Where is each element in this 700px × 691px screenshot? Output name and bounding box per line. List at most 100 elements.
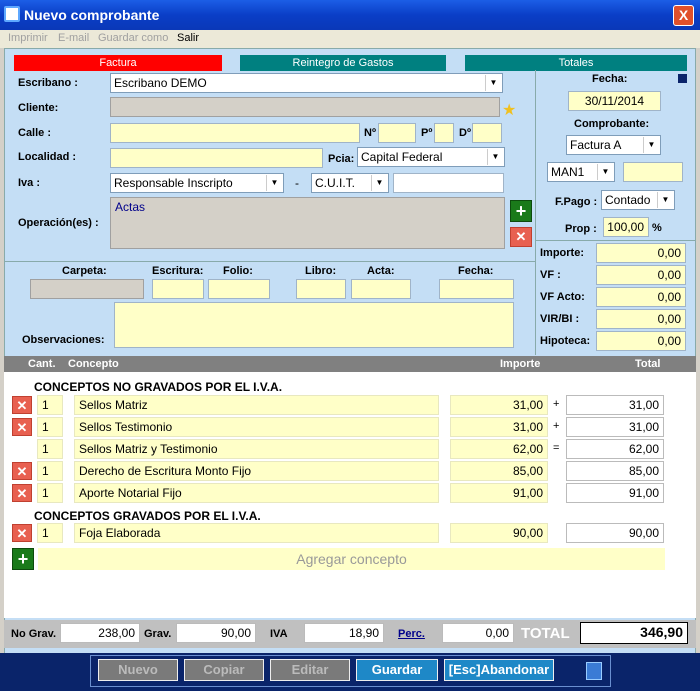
numero-input[interactable] <box>623 162 683 182</box>
cliente-button[interactable] <box>110 97 500 117</box>
iva-total-label: IVA <box>270 628 288 640</box>
row-concepto[interactable]: Aporte Notarial Fijo <box>74 483 439 503</box>
chevron-down-icon: ▼ <box>643 137 659 153</box>
tab-totales[interactable]: Totales <box>465 55 687 71</box>
escribano-select[interactable]: Escribano DEMO ▼ <box>110 73 503 93</box>
hipoteca-input[interactable]: 0,00 <box>596 331 686 351</box>
row-cant[interactable]: 1 <box>37 395 63 415</box>
row-total: 31,00 <box>566 417 664 437</box>
row-concepto[interactable]: Sellos Matriz <box>74 395 439 415</box>
operacion-textarea[interactable]: Actas <box>110 197 505 249</box>
menu-salir[interactable]: Salir <box>177 32 199 44</box>
delete-row-button[interactable]: ✕ <box>12 396 32 414</box>
prop-input[interactable]: 100,00 <box>603 217 649 237</box>
pcia-select[interactable]: Capital Federal ▼ <box>357 147 505 167</box>
chevron-down-icon: ▼ <box>371 175 387 191</box>
row-importe[interactable]: 90,00 <box>450 523 548 543</box>
localidad-input[interactable] <box>110 148 323 168</box>
serie-select[interactable]: MAN1 ▼ <box>547 162 615 182</box>
tab-reintegro[interactable]: Reintegro de Gastos <box>240 55 446 71</box>
copiar-button[interactable]: Copiar <box>184 659 264 681</box>
delete-row-button[interactable]: ✕ <box>12 462 32 480</box>
total-label: TOTAL <box>521 625 570 642</box>
guardar-button[interactable]: Guardar <box>356 659 438 681</box>
delete-row-button[interactable]: ✕ <box>12 524 32 542</box>
row-importe[interactable]: 31,00 <box>450 417 548 437</box>
comprobante-select[interactable]: Factura A ▼ <box>566 135 661 155</box>
add-concept-button[interactable]: + <box>12 548 34 570</box>
nuevo-button[interactable]: Nuevo <box>98 659 178 681</box>
cuit-input[interactable] <box>393 173 504 193</box>
acta-input[interactable] <box>351 279 411 299</box>
total-value: 346,90 <box>580 622 688 644</box>
row-cant[interactable]: 1 <box>37 417 63 437</box>
delete-row-button[interactable]: ✕ <box>12 418 32 436</box>
cuit-select[interactable]: C.U.I.T. ▼ <box>311 173 389 193</box>
tab-factura[interactable]: Factura <box>14 55 222 71</box>
vir-bi-input[interactable]: 0,00 <box>596 309 686 329</box>
depto-input[interactable] <box>472 123 502 143</box>
cliente-label: Cliente: <box>18 102 59 114</box>
col-importe: Importe <box>500 358 541 370</box>
grav-value: 90,00 <box>176 623 256 643</box>
col-cant: Cant. <box>28 358 56 370</box>
fecha-escritura-input[interactable] <box>439 279 514 299</box>
importe-input[interactable]: 0,00 <box>596 243 686 263</box>
escritura-input[interactable] <box>152 279 204 299</box>
folio-input[interactable] <box>208 279 270 299</box>
minimize-panel-icon[interactable] <box>678 74 687 83</box>
operacion-label: Operación(es) : <box>18 217 99 229</box>
editar-button[interactable]: Editar <box>270 659 350 681</box>
iva-value: Responsable Inscripto <box>114 176 233 190</box>
libro-label: Libro: <box>305 265 337 277</box>
row-cant[interactable]: 1 <box>37 483 63 503</box>
row-cant[interactable]: 1 <box>37 439 63 459</box>
row-concepto[interactable]: Sellos Testimonio <box>74 417 439 437</box>
observaciones-textarea[interactable] <box>114 302 514 348</box>
row-concepto[interactable]: Foja Elaborada <box>74 523 439 543</box>
add-concept-field[interactable]: Agregar concepto <box>38 548 665 570</box>
chevron-down-icon: ▼ <box>266 175 282 191</box>
chevron-down-icon: ▼ <box>487 149 503 165</box>
row-importe[interactable]: 85,00 <box>450 461 548 481</box>
menu-email[interactable]: E-mail <box>58 32 89 44</box>
menu-imprimir[interactable]: Imprimir <box>8 32 48 44</box>
remove-operacion-button[interactable]: ✕ <box>510 227 532 247</box>
row-importe[interactable]: 91,00 <box>450 483 548 503</box>
fecha-input[interactable]: 30/11/2014 <box>568 91 661 111</box>
row-importe[interactable]: 31,00 <box>450 395 548 415</box>
close-button[interactable]: X <box>673 5 694 26</box>
delete-row-button[interactable]: ✕ <box>12 484 32 502</box>
menu-bar: Imprimir E-mail Guardar como Salir <box>0 30 700 48</box>
abandonar-button[interactable]: [Esc]Abandonar <box>444 659 554 681</box>
chevron-down-icon: ▼ <box>485 75 501 91</box>
row-total: 85,00 <box>566 461 664 481</box>
operacion-value: Actas <box>115 200 146 214</box>
row-concepto[interactable]: Derecho de Escritura Monto Fijo <box>74 461 439 481</box>
menu-guardar-como[interactable]: Guardar como <box>98 32 168 44</box>
vf-acto-input[interactable]: 0,00 <box>596 287 686 307</box>
add-operacion-button[interactable]: + <box>510 200 532 222</box>
col-total: Total <box>635 358 661 370</box>
divider <box>5 261 535 262</box>
nro-input[interactable] <box>378 123 416 143</box>
vf-input[interactable]: 0,00 <box>596 265 686 285</box>
row-importe[interactable]: 62,00 <box>450 439 548 459</box>
chevron-down-icon: ▼ <box>657 192 673 208</box>
fpago-select[interactable]: Contado ▼ <box>601 190 675 210</box>
iva-select[interactable]: Responsable Inscripto ▼ <box>110 173 284 193</box>
row-concepto[interactable]: Sellos Matriz y Testimonio <box>74 439 439 459</box>
window-title: Nuevo comprobante <box>24 7 160 23</box>
perc-link[interactable]: Perc. <box>398 628 425 640</box>
row-cant[interactable]: 1 <box>37 461 63 481</box>
libro-input[interactable] <box>296 279 346 299</box>
piso-input[interactable] <box>434 123 454 143</box>
star-icon[interactable]: ★ <box>502 100 516 120</box>
calle-input[interactable] <box>110 123 360 143</box>
carpeta-button[interactable] <box>30 279 144 299</box>
calculator-icon[interactable] <box>586 662 602 680</box>
nro-label: Nº <box>364 127 376 139</box>
dash-separator: - <box>295 176 299 190</box>
row-cant[interactable]: 1 <box>37 523 63 543</box>
fpago-label: F.Pago : <box>555 196 598 208</box>
